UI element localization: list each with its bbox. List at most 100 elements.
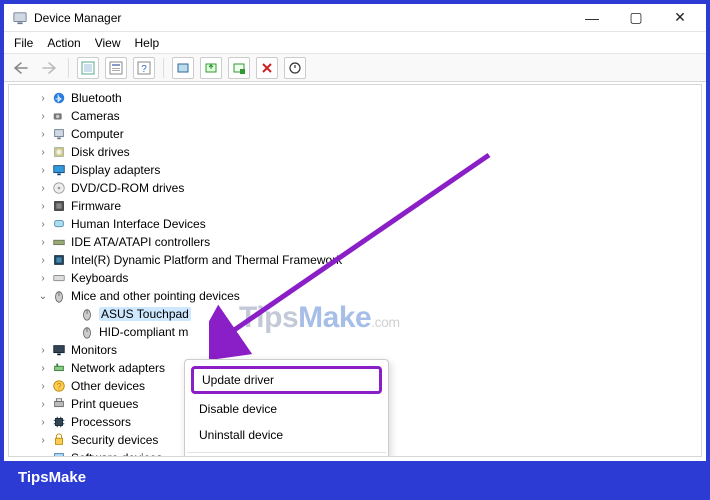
- properties-button[interactable]: [105, 57, 127, 79]
- tree-category-item[interactable]: › Intel(R) Dynamic Platform and Thermal F…: [9, 251, 701, 269]
- expander-icon[interactable]: ›: [37, 93, 49, 104]
- tree-item-label: Mice and other pointing devices: [71, 289, 240, 303]
- tree-category-item[interactable]: › Firmware: [9, 197, 701, 215]
- context-menu: Update driver Disable device Uninstall d…: [184, 359, 389, 457]
- tree-item-label: Human Interface Devices: [71, 217, 206, 231]
- sec-icon: [51, 432, 67, 448]
- expander-icon[interactable]: ›: [37, 363, 49, 374]
- tree-category-item[interactable]: › Cameras: [9, 107, 701, 125]
- sw-icon: [51, 450, 67, 457]
- tree-device-item[interactable]: ASUS Touchpad: [9, 305, 701, 323]
- fw-icon: [51, 198, 67, 214]
- expander-icon[interactable]: ›: [37, 255, 49, 266]
- context-separator: [187, 452, 386, 453]
- bt-icon: [51, 90, 67, 106]
- tree-item-label: Network adapters: [71, 361, 165, 375]
- expander-icon[interactable]: ›: [37, 111, 49, 122]
- disp-icon: [51, 162, 67, 178]
- print-icon: [51, 396, 67, 412]
- tree-item-label: Monitors: [71, 343, 117, 357]
- back-button[interactable]: [10, 57, 32, 79]
- expander-icon[interactable]: ›: [37, 399, 49, 410]
- tree-item-label: HID-compliant m: [99, 325, 188, 339]
- tree-item-label: Other devices: [71, 379, 145, 393]
- mouse-icon: [79, 324, 95, 340]
- expander-icon[interactable]: ›: [37, 345, 49, 356]
- expander-icon[interactable]: ›: [37, 129, 49, 140]
- menu-action[interactable]: Action: [47, 36, 80, 50]
- tree-category-item[interactable]: ›Bluetooth: [9, 89, 701, 107]
- net-icon: [51, 360, 67, 376]
- show-hidden-button[interactable]: [77, 57, 99, 79]
- expander-icon[interactable]: ›: [37, 453, 49, 458]
- cpu-icon: [51, 414, 67, 430]
- scan-button[interactable]: [172, 57, 194, 79]
- tree-category-item[interactable]: › Computer: [9, 125, 701, 143]
- tree-item-label: Computer: [71, 127, 124, 141]
- context-disable-device[interactable]: Disable device: [185, 396, 388, 422]
- expander-icon[interactable]: ›: [37, 273, 49, 284]
- chip-icon: [51, 252, 67, 268]
- tree-item-label: Print queues: [71, 397, 138, 411]
- expander-icon[interactable]: ›: [37, 435, 49, 446]
- context-uninstall-device[interactable]: Uninstall device: [185, 422, 388, 448]
- tree-item-label: Disk drives: [71, 145, 130, 159]
- titlebar: Device Manager ― ▢ ✕: [4, 4, 706, 32]
- enable-button[interactable]: [284, 57, 306, 79]
- disable-button[interactable]: [256, 57, 278, 79]
- tree-category-item[interactable]: › Monitors: [9, 341, 701, 359]
- uninstall-button[interactable]: [228, 57, 250, 79]
- cam-icon: [51, 108, 67, 124]
- expander-icon[interactable]: ›: [37, 237, 49, 248]
- forward-button[interactable]: [38, 57, 60, 79]
- tree-category-item[interactable]: › IDE ATA/ATAPI controllers: [9, 233, 701, 251]
- expander-icon[interactable]: ›: [37, 219, 49, 230]
- ide-icon: [51, 234, 67, 250]
- help-button[interactable]: ?: [133, 57, 155, 79]
- menu-view[interactable]: View: [95, 36, 121, 50]
- tree-item-label: Display adapters: [71, 163, 160, 177]
- menubar: File Action View Help: [4, 32, 706, 54]
- context-update-driver[interactable]: Update driver: [191, 366, 382, 394]
- tree-category-item[interactable]: › Keyboards: [9, 269, 701, 287]
- menu-file[interactable]: File: [14, 36, 33, 50]
- disk-icon: [51, 144, 67, 160]
- device-manager-icon: [12, 10, 28, 26]
- minimize-button[interactable]: ―: [570, 4, 614, 32]
- device-manager-window: Device Manager ― ▢ ✕ File Action View He…: [4, 4, 706, 461]
- tree-item-label: Intel(R) Dynamic Platform and Thermal Fr…: [71, 253, 342, 267]
- tree-item-label: DVD/CD-ROM drives: [71, 181, 184, 195]
- tree-item-label: Keyboards: [71, 271, 128, 285]
- tree-item-label: Cameras: [71, 109, 120, 123]
- expander-icon[interactable]: ›: [37, 165, 49, 176]
- kb-icon: [51, 270, 67, 286]
- tree-item-label: ASUS Touchpad: [99, 307, 191, 321]
- expander-icon[interactable]: ›: [37, 183, 49, 194]
- menu-help[interactable]: Help: [135, 36, 160, 50]
- tree-category-item[interactable]: › Disk drives: [9, 143, 701, 161]
- update-driver-button[interactable]: [200, 57, 222, 79]
- close-button[interactable]: ✕: [658, 4, 702, 32]
- footer-brand: TipsMake: [4, 461, 706, 496]
- expander-icon[interactable]: ›: [37, 201, 49, 212]
- expander-icon[interactable]: ›: [37, 417, 49, 428]
- pc-icon: [51, 126, 67, 142]
- expander-icon[interactable]: ›: [37, 147, 49, 158]
- tree-category-item[interactable]: › Display adapters: [9, 161, 701, 179]
- svg-text:?: ?: [57, 382, 62, 392]
- footer-brand-label: TipsMake: [18, 469, 86, 486]
- expander-icon[interactable]: ›: [37, 381, 49, 392]
- tree-item-label: IDE ATA/ATAPI controllers: [71, 235, 210, 249]
- window-title: Device Manager: [34, 11, 121, 25]
- tree-category-item[interactable]: ⌄ Mice and other pointing devices: [9, 287, 701, 305]
- toolbar: ?: [4, 54, 706, 82]
- tree-category-item[interactable]: › DVD/CD-ROM drives: [9, 179, 701, 197]
- tree-category-item[interactable]: › Human Interface Devices: [9, 215, 701, 233]
- tree-device-item[interactable]: HID-compliant m: [9, 323, 701, 341]
- device-tree-panel: ›Bluetooth›Cameras›Computer›Disk drives›…: [8, 84, 702, 457]
- expander-icon[interactable]: ⌄: [37, 291, 49, 302]
- tree-item-label: Processors: [71, 415, 131, 429]
- maximize-button[interactable]: ▢: [614, 4, 658, 32]
- mon-icon: [51, 342, 67, 358]
- tree-item-label: Firmware: [71, 199, 121, 213]
